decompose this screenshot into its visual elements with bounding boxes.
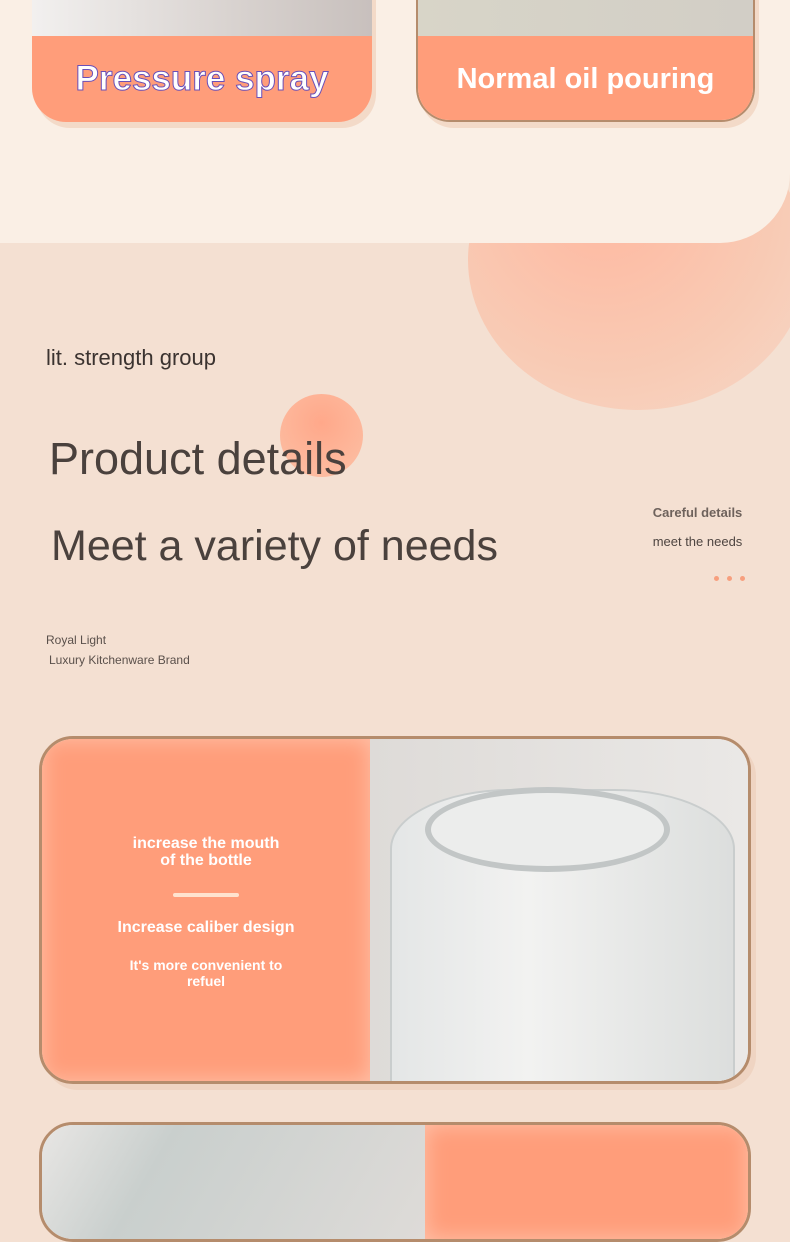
- jar-image: [370, 739, 748, 1081]
- product-image: [42, 1125, 425, 1239]
- card-label: Normal oil pouring: [456, 62, 715, 95]
- oil-pouring-card: Normal oil pouring: [416, 0, 755, 122]
- product-image: [32, 0, 372, 36]
- divider: [173, 893, 239, 897]
- ellipsis-icon: [714, 576, 745, 581]
- tagline: Royal Light Luxury Kitchenware Brand: [46, 630, 190, 670]
- side-note: Careful details meet the needs: [645, 505, 750, 549]
- feature-card: increase the mouth of the bottle Increas…: [39, 736, 751, 1084]
- pressure-spray-card: Pressure spray: [32, 0, 372, 122]
- product-image: [418, 0, 753, 36]
- tagline-line-2: Luxury Kitchenware Brand: [49, 653, 190, 667]
- page-subtitle: Meet a variety of needs: [51, 522, 498, 570]
- card-label: Pressure spray: [75, 59, 329, 99]
- feature-description: It's more convenient to refuel: [129, 957, 283, 989]
- tagline-line-1: Royal Light: [46, 633, 107, 647]
- side-line-2: meet the needs: [652, 534, 743, 549]
- feature-title: increase the mouth of the bottle: [132, 835, 280, 869]
- feature-subtitle: Increase caliber design: [117, 919, 295, 936]
- page-title: Product details: [49, 433, 347, 484]
- side-line-1: Careful details: [652, 505, 743, 520]
- feature-card-2: [39, 1122, 751, 1242]
- top-section: Pressure spray Normal oil pouring: [0, 0, 790, 243]
- brand-name: lit. strength group: [46, 345, 216, 370]
